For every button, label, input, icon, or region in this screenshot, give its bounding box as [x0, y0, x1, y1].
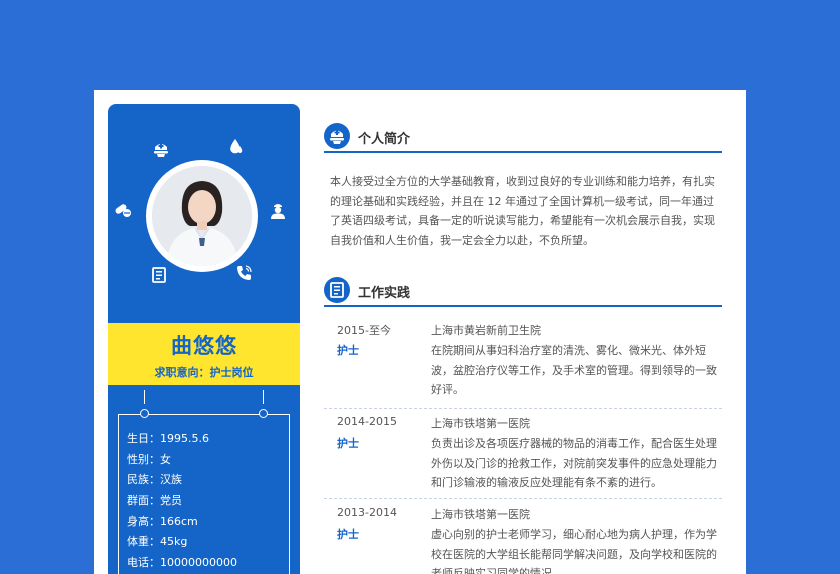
info-phone: 电话：10000000000: [127, 556, 237, 570]
phone-icon: [237, 265, 252, 280]
avatar-photo: [152, 166, 252, 266]
job-year: 2014-2015: [337, 415, 397, 428]
work-section-header: 工作实践: [324, 277, 722, 307]
connector-knob-left: [140, 409, 149, 418]
job-company: 上海市黄岩新前卫生院: [431, 324, 541, 337]
pills-icon: [115, 204, 131, 217]
job-intent: 求职意向：护士岗位: [154, 366, 254, 379]
profile-section-badge: [324, 123, 350, 149]
profile-summary: 本人接受过全方位的大学基础教育，收到过良好的专业训练和能力培养，有扎实的理论基础…: [330, 175, 715, 247]
sidebar: 曲悠悠 求职意向：护士岗位 生日：1995.5.6 性别：女 民族：汉族 群面：…: [108, 104, 300, 574]
info-birthday: 生日：1995.5.6: [127, 432, 209, 445]
name-band: 曲悠悠 求职意向：护士岗位: [108, 323, 300, 385]
job-year: 2015-至今: [337, 324, 391, 337]
main-content: 个人简介 本人接受过全方位的大学基础教育，收到过良好的专业训练和能力培养，有扎实…: [324, 90, 722, 574]
job-separator: [324, 408, 722, 409]
job-description: 虚心向别的护士老师学习，细心耐心地为病人护理，作为学校在医院的大学组长能帮同学解…: [431, 528, 717, 574]
nurse-cap-icon: [154, 143, 168, 157]
job-role: 护士: [337, 344, 359, 357]
resume-page: 曲悠悠 求职意向：护士岗位 生日：1995.5.6 性别：女 民族：汉族 群面：…: [94, 90, 746, 574]
profile-section-title: 个人简介: [358, 132, 411, 147]
nurse-icon: [271, 204, 285, 219]
connector-knob-right: [259, 409, 268, 418]
job-year: 2013-2014: [337, 506, 397, 519]
info-ethnicity: 民族：汉族: [127, 473, 182, 487]
profile-section-divider: [324, 151, 722, 153]
document-icon: [330, 282, 344, 298]
info-weight: 体重：45kg: [127, 535, 188, 549]
job-role: 护士: [337, 528, 359, 541]
candidate-name: 曲悠悠: [171, 334, 237, 358]
job-company: 上海市铁塔第一医院: [431, 417, 530, 430]
info-gender: 性别：女: [127, 452, 171, 466]
work-section-badge: [324, 277, 350, 303]
info-height: 身高：166cm: [127, 514, 198, 528]
job-separator: [324, 498, 722, 499]
info-political: 群面：党员: [127, 494, 182, 508]
connector-right: [263, 390, 264, 404]
personal-info: 生日：1995.5.6 性别：女 民族：汉族 群面：党员 身高：166cm 体重…: [127, 429, 237, 574]
job-description: 在院期间从事妇科治疗室的清洗、雾化、微米光、体外短波，盆腔治疗仪等工作，及手术室…: [431, 344, 717, 396]
drop-icon: [230, 139, 243, 154]
job-role: 护士: [337, 437, 359, 450]
job-company: 上海市铁塔第一医院: [431, 508, 530, 521]
connector-left: [144, 390, 145, 404]
document-icon: [152, 267, 166, 283]
portrait-image: [152, 166, 252, 266]
work-section-title: 工作实践: [358, 286, 411, 301]
nurse-cap-icon: [330, 130, 344, 144]
work-section-divider: [324, 305, 722, 307]
job-description: 负责出诊及各项医疗器械的物品的消毒工作，配合医生处理外伤以及门诊的抢救工作，对院…: [431, 437, 717, 489]
avatar: [146, 160, 258, 272]
profile-section-header: 个人简介: [324, 123, 722, 153]
